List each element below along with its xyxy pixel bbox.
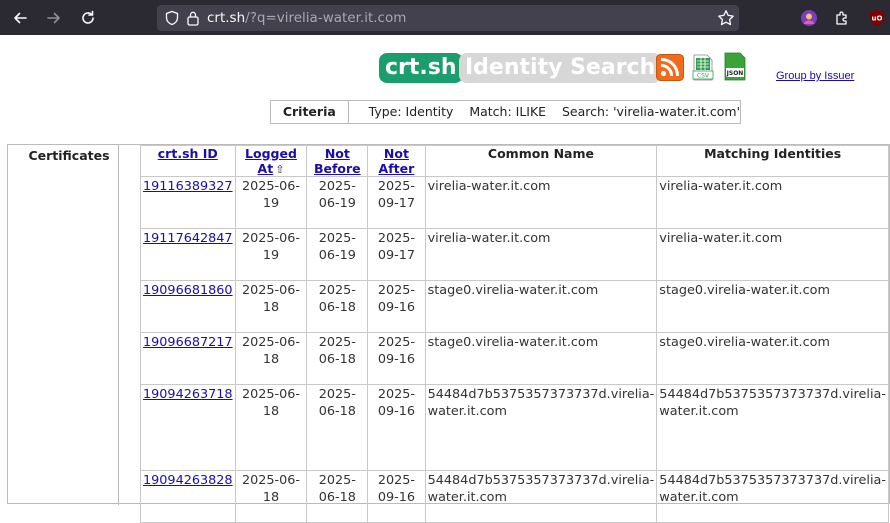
not-before-cell: 2025-06-18 <box>306 384 369 471</box>
tracking-protection-shield-icon[interactable] <box>164 10 180 26</box>
forward-arrow-icon <box>47 12 60 24</box>
url-path: /?q=virelia-water.it.com <box>245 10 407 26</box>
table-row: 19096687217 2025-06-18 2025-06-18 2025-0… <box>140 332 889 385</box>
col-header-not-before[interactable]: Not Before <box>306 145 369 177</box>
json-download-icon[interactable]: JSON <box>723 52 747 81</box>
matching-identities-cell: stage0.virelia-water.it.com <box>656 280 889 333</box>
section-divider <box>118 145 119 505</box>
cert-id-link[interactable]: 19096687217 <box>143 335 233 350</box>
not-before-cell: 2025-06-18 <box>306 332 369 385</box>
matching-identities-cell: 54484d7b5375357373737d.virelia-water.it.… <box>656 470 889 523</box>
logged-at-cell: 2025-06-18 <box>234 384 308 471</box>
sort-ascending-icon: ⇧ <box>275 163 285 176</box>
back-button[interactable] <box>8 6 32 30</box>
profile-avatar-icon[interactable] <box>799 8 819 28</box>
not-after-cell: 2025-09-16 <box>367 384 426 471</box>
criteria-value: Type: Identity Match: ILIKE Search: 'vir… <box>368 104 740 119</box>
not-after-cell: 2025-09-16 <box>367 470 426 523</box>
matching-identities-cell: virelia-water.it.com <box>656 228 889 281</box>
sort-by-not-after-link[interactable]: Not After <box>379 146 415 176</box>
certificates-section: Certificates crt.sh ID Logged At ⇧ Not Be… <box>7 144 890 523</box>
rss-feed-icon[interactable] <box>656 54 684 81</box>
logged-at-cell: 2025-06-19 <box>234 176 308 229</box>
json-label: JSON <box>726 70 744 77</box>
extensions-puzzle-icon[interactable] <box>833 8 853 28</box>
url-host: crt.sh <box>207 10 246 26</box>
not-after-cell: 2025-09-16 <box>367 332 426 385</box>
cert-id-cell: 19094263828 <box>140 470 236 523</box>
lock-icon[interactable] <box>186 10 200 26</box>
common-name-cell: stage0.virelia-water.it.com <box>424 280 658 333</box>
page-content: crt.sh Identity Search CSV JSON Group by… <box>0 35 890 523</box>
sort-by-not-before-link[interactable]: Not Before <box>314 146 361 176</box>
certificates-label: Certificates <box>28 148 110 163</box>
logged-at-cell: 2025-06-19 <box>234 228 308 281</box>
cert-id-cell: 19117642847 <box>140 228 236 281</box>
logged-at-cell: 2025-06-18 <box>234 280 308 333</box>
common-name-cell: stage0.virelia-water.it.com <box>424 332 658 385</box>
col-header-not-after[interactable]: Not After <box>367 145 426 177</box>
crtsh-logo[interactable]: crt.sh <box>379 53 463 83</box>
cert-id-link[interactable]: 19094263828 <box>143 473 233 488</box>
logged-at-cell: 2025-06-18 <box>234 470 308 523</box>
reload-button[interactable] <box>76 6 100 30</box>
cert-id-cell: 19094263718 <box>140 384 236 471</box>
col-header-matching-identities: Matching Identities <box>656 145 889 177</box>
not-after-cell: 2025-09-17 <box>367 176 426 229</box>
not-before-cell: 2025-06-19 <box>306 176 369 229</box>
certificates-table: crt.sh ID Logged At ⇧ Not Before Not Afte… <box>140 145 889 523</box>
common-name-cell: virelia-water.it.com <box>424 176 658 229</box>
col-header-logged-at[interactable]: Logged At ⇧ <box>234 145 308 177</box>
criteria-label: Criteria <box>271 101 349 123</box>
table-row: 19116389327 2025-06-19 2025-06-19 2025-0… <box>140 176 889 229</box>
forward-button[interactable] <box>42 6 66 30</box>
cert-id-link[interactable]: 19116389327 <box>143 179 233 194</box>
cert-id-link[interactable]: 19094263718 <box>143 387 233 402</box>
not-before-cell: 2025-06-18 <box>306 470 369 523</box>
cert-id-cell: 19116389327 <box>140 176 236 229</box>
col-header-common-name: Common Name <box>424 145 658 177</box>
logged-at-cell: 2025-06-18 <box>234 332 308 385</box>
common-name-cell: virelia-water.it.com <box>424 228 658 281</box>
identity-search-title: Identity Search <box>459 53 662 83</box>
ublock-origin-icon[interactable]: uO <box>867 8 887 28</box>
matching-identities-cell: 54484d7b5375357373737d.virelia-water.it.… <box>656 384 889 471</box>
table-row: 19094263828 2025-06-18 2025-06-18 2025-0… <box>140 470 889 523</box>
csv-download-icon[interactable]: CSV <box>691 54 715 81</box>
not-before-cell: 2025-06-18 <box>306 280 369 333</box>
back-arrow-icon <box>14 12 27 24</box>
matching-identities-cell: virelia-water.it.com <box>656 176 889 229</box>
table-header-row: crt.sh ID Logged At ⇧ Not Before Not Afte… <box>140 145 889 177</box>
table-row: 19117642847 2025-06-19 2025-06-19 2025-0… <box>140 228 889 281</box>
url-bar[interactable]: crt.sh/?q=virelia-water.it.com <box>157 5 739 31</box>
sort-by-logged-at-link[interactable]: Logged At <box>245 146 297 176</box>
cert-id-cell: 19096681860 <box>140 280 236 333</box>
cert-id-cell: 19096687217 <box>140 332 236 385</box>
not-after-cell: 2025-09-16 <box>367 280 426 333</box>
table-row: 19096681860 2025-06-18 2025-06-18 2025-0… <box>140 280 889 333</box>
sort-by-id-link[interactable]: crt.sh ID <box>158 146 218 161</box>
csv-label: CSV <box>697 73 710 80</box>
cert-id-link[interactable]: 19096681860 <box>143 283 233 298</box>
not-before-cell: 2025-06-19 <box>306 228 369 281</box>
common-name-cell: 54484d7b5375357373737d.virelia-water.it.… <box>424 384 658 471</box>
col-header-id[interactable]: crt.sh ID <box>140 145 236 177</box>
svg-text:uO: uO <box>872 15 883 23</box>
url-text[interactable]: crt.sh/?q=virelia-water.it.com <box>207 5 406 31</box>
reload-icon <box>82 10 94 24</box>
cert-id-link[interactable]: 19117642847 <box>143 231 233 246</box>
browser-toolbar: crt.sh/?q=virelia-water.it.com uO <box>0 0 890 35</box>
criteria-box: Criteria Type: Identity Match: ILIKE Sea… <box>270 100 741 124</box>
bookmark-star-icon[interactable] <box>717 9 735 27</box>
not-after-cell: 2025-09-17 <box>367 228 426 281</box>
matching-identities-cell: stage0.virelia-water.it.com <box>656 332 889 385</box>
common-name-cell: 54484d7b5375357373737d.virelia-water.it.… <box>424 470 658 523</box>
table-row: 19094263718 2025-06-18 2025-06-18 2025-0… <box>140 384 889 471</box>
group-by-issuer-link[interactable]: Group by Issuer <box>776 70 854 82</box>
